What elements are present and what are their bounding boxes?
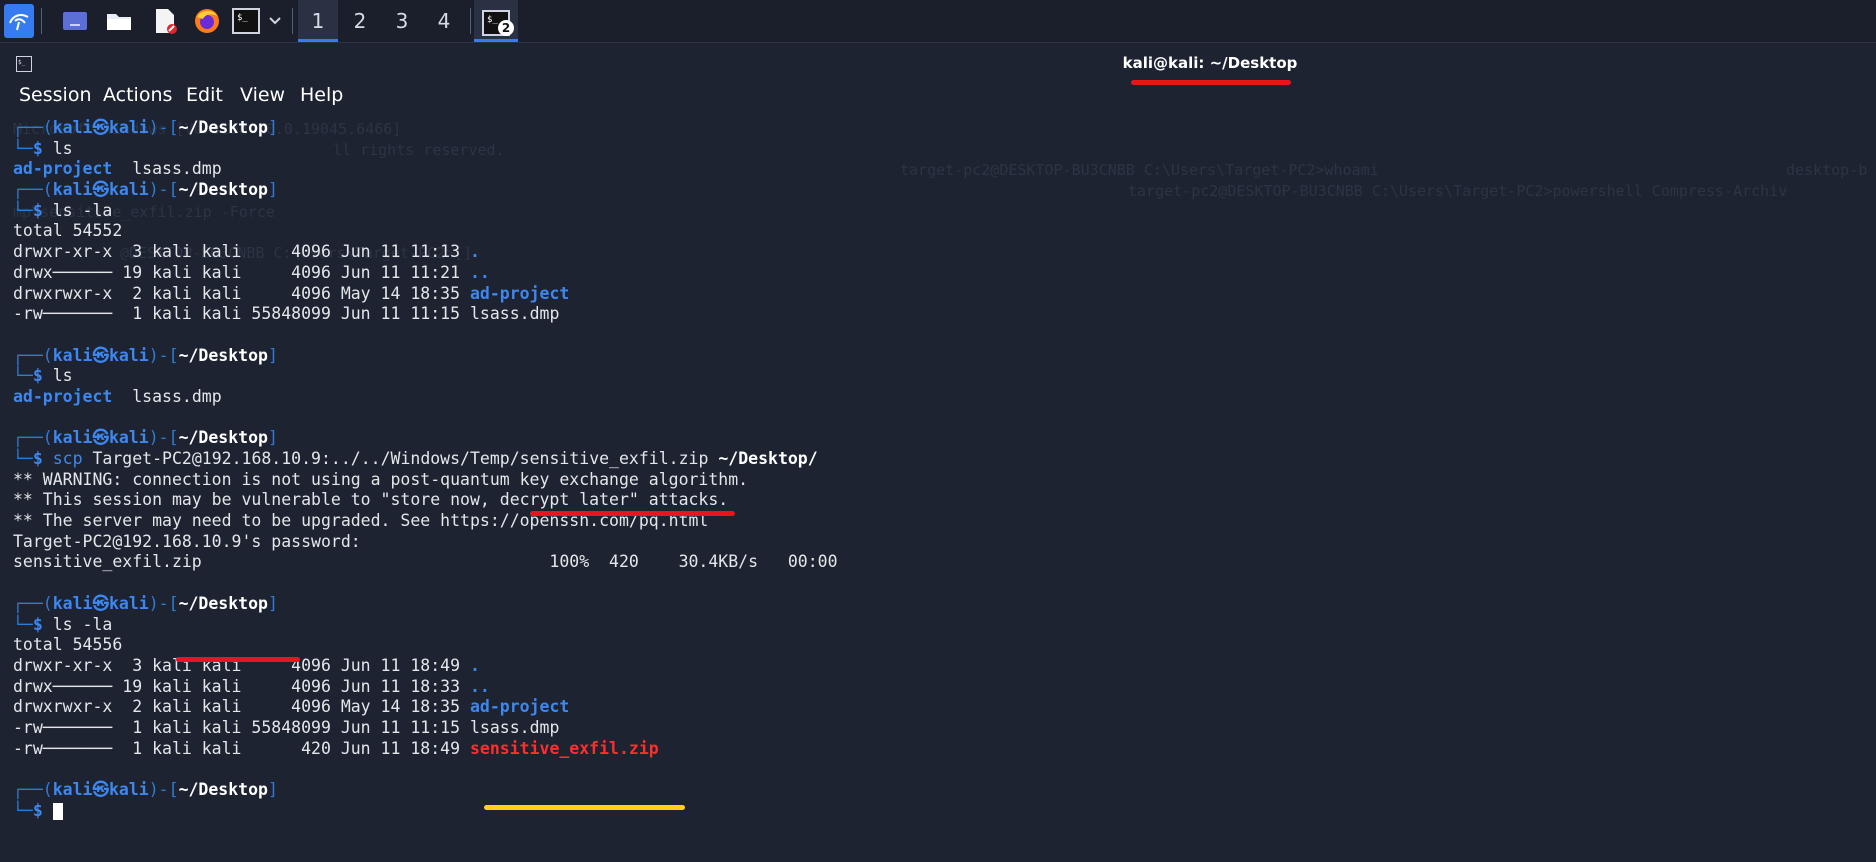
desktop-icon[interactable] [60,4,90,38]
command-line: └─$ scp Target-PC2@192.168.10.9:../../Wi… [13,449,818,468]
prompt-line: ┌──(kali㉿kali)-[~/Desktop] [13,345,278,365]
command-line: └─$ ls -la [13,200,113,220]
file-manager-icon[interactable] [104,4,134,38]
warning-line: ** The server may need to be upgraded. S… [13,511,709,531]
listing-row: -rw─────── 1 kali kali 55848099 Jun 11 1… [13,304,560,324]
listing-row: drwxrwxr-x 2 kali kali 4096 May 14 18:35… [13,283,570,303]
listing-row: drwxr-xr-x 3 kali kali 4096 Jun 11 11:13… [13,242,480,262]
listing-row: drwx────── 19 kali kali 4096 Jun 11 11:2… [13,262,490,282]
window-title: kali@kali: ~/Desktop [1122,54,1298,72]
command-line: └─$ ls [13,138,73,158]
path-underline-annotation [176,657,300,662]
warning-line: ** WARNING: connection is not using a po… [13,469,749,489]
chevron-down-icon[interactable] [266,4,284,38]
listing-row: -rw─────── 1 kali kali 420 Jun 11 18:49 … [13,738,659,758]
zip-file-underline-annotation [484,805,685,810]
prompt-line: ┌──(kali㉿kali)-[~/Desktop] [13,428,278,448]
warning-line: ** This session may be vulnerable to "st… [13,490,729,510]
prompt-line: ┌──(kali㉿kali)-[~/Desktop] [13,780,278,799]
output-line: ad-project lsass.dmp [13,386,222,406]
kali-menu-icon[interactable] [4,4,34,38]
transfer-progress: sensitive_exfil.zip 100% 420 30.4KB/s 00… [13,552,838,572]
menu-view[interactable]: View [240,84,285,106]
output-line: total 54552 [13,221,123,241]
listing-row: -rw─────── 1 kali kali 55848099 Jun 11 1… [13,717,560,737]
window-titlebar [0,43,1876,83]
menu-edit[interactable]: Edit [186,84,223,106]
menu-actions[interactable]: Actions [103,84,172,106]
prompt-line: ┌──(kali㉿kali)-[~/Desktop] [13,118,278,137]
command-line: └─$ ls [13,366,73,386]
terminal-output[interactable]: ┌──(kali㉿kali)-[~/Desktop] └─$ ls ad-pro… [13,118,1873,821]
text-cursor [52,802,63,820]
window-count-badge: 2 [498,20,514,36]
workspace-2[interactable]: 2 [340,0,380,42]
workspace-3[interactable]: 3 [382,0,422,42]
svg-text:$_: $_ [18,59,26,66]
taskbar: $_ 1 2 3 4 $_ 2 [0,0,1876,43]
workspace-1[interactable]: 1 [298,0,338,42]
menu-help[interactable]: Help [300,84,343,106]
text-editor-icon[interactable] [150,4,180,38]
svg-text:$_: $_ [237,13,248,23]
svg-text:$_: $_ [487,15,498,25]
terminal-app-icon: $_ [16,56,32,76]
command-line: └─$ ls -la [13,614,113,634]
output-line: total 54556 [13,635,123,655]
scp-file-underline-annotation [530,511,735,516]
firefox-icon[interactable] [192,4,222,38]
output-line: ad-project lsass.dmp [13,159,222,179]
active-command-line: └─$ [13,801,1873,822]
listing-row: drwx────── 19 kali kali 4096 Jun 11 18:3… [13,676,490,696]
terminal-icon[interactable]: $_ [232,4,260,38]
prompt-line: ┌──(kali㉿kali)-[~/Desktop] [13,593,278,613]
listing-row: drwxrwxr-x 2 kali kali 4096 May 14 18:35… [13,697,570,717]
title-underline-annotation [1131,80,1291,85]
password-line: Target-PC2@192.168.10.9's password: [13,531,361,551]
workspace-4[interactable]: 4 [424,0,464,42]
prompt-line: ┌──(kali㉿kali)-[~/Desktop] [13,180,278,200]
menu-session[interactable]: Session [19,84,92,106]
terminal-window-task[interactable]: $_ 2 [474,0,518,42]
